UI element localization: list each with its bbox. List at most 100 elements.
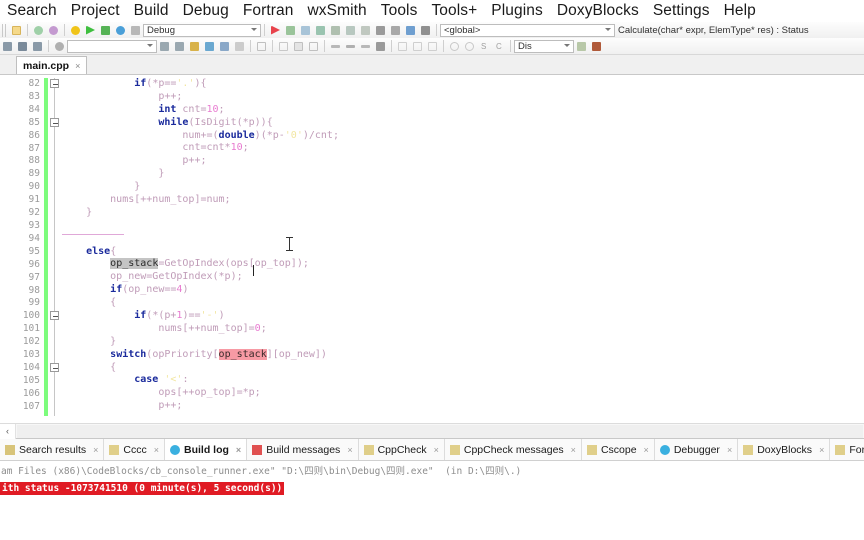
fold-margin[interactable] xyxy=(48,75,62,423)
code-line[interactable]: } xyxy=(62,336,864,349)
code-line[interactable]: else{ xyxy=(62,246,864,259)
layout-icon-1[interactable] xyxy=(255,40,268,53)
code-line[interactable]: nums[++num_top]=num; xyxy=(62,194,864,207)
log-tab-cppcheck-messages[interactable]: CppCheck messages × xyxy=(445,439,582,460)
code-line[interactable] xyxy=(62,233,864,246)
close-icon[interactable]: × xyxy=(75,61,80,71)
scroll-left-button[interactable]: ‹ xyxy=(0,423,16,439)
editor-horizontal-scrollbar[interactable]: ‹ xyxy=(0,423,864,439)
fold-toggle-icon[interactable] xyxy=(50,118,59,127)
debug-stop-icon[interactable] xyxy=(389,24,402,37)
code-line[interactable]: int cnt=10; xyxy=(62,104,864,117)
log-tab-doxyblocks[interactable]: DoxyBlocks × xyxy=(738,439,831,460)
code-line[interactable] xyxy=(62,220,864,233)
menu-item-search[interactable]: Search xyxy=(0,0,64,22)
menu-item-settings[interactable]: Settings xyxy=(646,0,717,22)
function-combo[interactable]: Calculate(char* expr, ElemType* res) : S… xyxy=(615,24,855,37)
build-icon[interactable] xyxy=(69,24,82,37)
code-line[interactable]: { xyxy=(62,362,864,375)
nav-home-icon[interactable] xyxy=(16,40,29,53)
code-line[interactable]: p++; xyxy=(62,155,864,168)
abort-icon[interactable] xyxy=(129,24,142,37)
code-line[interactable]: { xyxy=(62,297,864,310)
log-tab-cppcheck[interactable]: CppCheck × xyxy=(359,439,445,460)
build-log-output[interactable]: am Files (x86)\CodeBlocks/cb_console_run… xyxy=(0,461,864,539)
box-icon-2[interactable] xyxy=(411,40,424,53)
close-icon[interactable]: × xyxy=(344,445,352,455)
fold-toggle-icon[interactable] xyxy=(50,363,59,372)
code-line[interactable]: nums[++num_top]=0; xyxy=(62,323,864,336)
scope-combo[interactable]: <global> xyxy=(440,23,615,37)
code-line[interactable]: switch(opPriority[op_stack][op_new]) xyxy=(62,348,864,362)
close-icon[interactable]: × xyxy=(233,445,241,455)
zoom-out-icon[interactable] xyxy=(463,40,476,53)
close-icon[interactable]: × xyxy=(641,445,649,455)
rebuild-icon[interactable] xyxy=(114,24,127,37)
debug-info-icon[interactable] xyxy=(404,24,417,37)
code-line[interactable]: if(*p=='.'){ xyxy=(62,78,864,91)
log-tab-cccc[interactable]: Cccc × xyxy=(104,439,165,460)
code-line[interactable]: op_new=GetOpIndex(*p); xyxy=(62,271,864,284)
menu-item-fortran[interactable]: Fortran xyxy=(236,0,301,22)
close-icon[interactable]: × xyxy=(568,445,576,455)
menu-item-help[interactable]: Help xyxy=(717,0,763,22)
c-label-icon[interactable]: C xyxy=(493,40,506,53)
new-file-icon[interactable] xyxy=(10,24,23,37)
log-tab-build-log[interactable]: Build log × xyxy=(165,439,248,460)
code-line[interactable]: case '<': xyxy=(62,374,864,387)
code-line[interactable]: } xyxy=(62,181,864,194)
code-line[interactable]: while(IsDigit(*p)){ xyxy=(62,117,864,130)
log-tab-cscope[interactable]: Cscope × xyxy=(582,439,655,460)
build-and-run-icon[interactable] xyxy=(99,24,112,37)
s-label-icon[interactable]: S xyxy=(478,40,491,53)
code-text-area[interactable]: if(*p=='.'){ p++; int cnt=10; while(IsDi… xyxy=(62,75,864,423)
layout-icon-4[interactable] xyxy=(307,40,320,53)
code-editor[interactable]: 82 83 84 85 86 87 88 89 90 91 92 93 94 95 96 97 98 99 100 1… xyxy=(0,75,864,423)
more-icon[interactable] xyxy=(233,40,246,53)
debug-next-line-icon[interactable] xyxy=(299,24,312,37)
fold-toggle-icon[interactable] xyxy=(50,311,59,320)
menu-item-debug[interactable]: Debug xyxy=(176,0,236,22)
code-line[interactable]: ops[++op_top]=*p; xyxy=(62,387,864,400)
toolbar-grip[interactable] xyxy=(2,23,7,37)
log-tab-build-messages[interactable]: Build messages × xyxy=(247,439,359,460)
bookmark-icon[interactable] xyxy=(188,40,201,53)
goto-next-icon[interactable] xyxy=(173,40,186,53)
debug-step-into-instruction-icon[interactable] xyxy=(359,24,372,37)
code-line[interactable]: } xyxy=(62,168,864,181)
find-icon[interactable] xyxy=(32,24,45,37)
wrench-icon[interactable] xyxy=(590,40,603,53)
nav-back-icon[interactable] xyxy=(1,40,14,53)
compare-icon[interactable] xyxy=(218,40,231,53)
code-line[interactable]: p++; xyxy=(62,400,864,413)
code-line[interactable]: num+=(double)(*p-'0')/cnt; xyxy=(62,130,864,143)
debug-continue-icon[interactable] xyxy=(269,24,282,37)
log-tab-debugger[interactable]: Debugger × xyxy=(655,439,739,460)
menu-item-tools-[interactable]: Tools+ xyxy=(424,0,484,22)
code-line[interactable]: cnt=cnt*10; xyxy=(62,142,864,155)
menu-item-tools[interactable]: Tools xyxy=(374,0,425,22)
align-icon-2[interactable] xyxy=(344,40,357,53)
close-icon[interactable]: × xyxy=(724,445,732,455)
translate-icon[interactable] xyxy=(203,40,216,53)
close-icon[interactable]: × xyxy=(90,445,98,455)
scroll-track[interactable] xyxy=(17,424,863,438)
code-line[interactable]: } xyxy=(62,207,864,220)
log-tab-fortran-info[interactable]: Fortran info xyxy=(830,439,864,460)
dis-combo[interactable]: Dis xyxy=(514,39,574,53)
build-target-combo[interactable]: Debug xyxy=(143,23,261,37)
debug-break-icon[interactable] xyxy=(374,24,387,37)
goto-prev-icon[interactable] xyxy=(158,40,171,53)
find-replace-icon[interactable] xyxy=(47,24,60,37)
align-icon-3[interactable] xyxy=(359,40,372,53)
file-tab-main-cpp[interactable]: main.cpp × xyxy=(16,56,88,74)
log-tab-search-results[interactable]: Search results × xyxy=(0,439,105,460)
close-icon[interactable]: × xyxy=(151,445,159,455)
debug-next-instruction-icon[interactable] xyxy=(344,24,357,37)
dis-add-icon[interactable] xyxy=(575,40,588,53)
align-icon-4[interactable] xyxy=(374,40,387,53)
box-icon-1[interactable] xyxy=(396,40,409,53)
code-line[interactable]: if(*(p+1)=='-') xyxy=(62,310,864,323)
menu-item-build[interactable]: Build xyxy=(127,0,176,22)
fold-toggle-icon[interactable] xyxy=(50,79,59,88)
